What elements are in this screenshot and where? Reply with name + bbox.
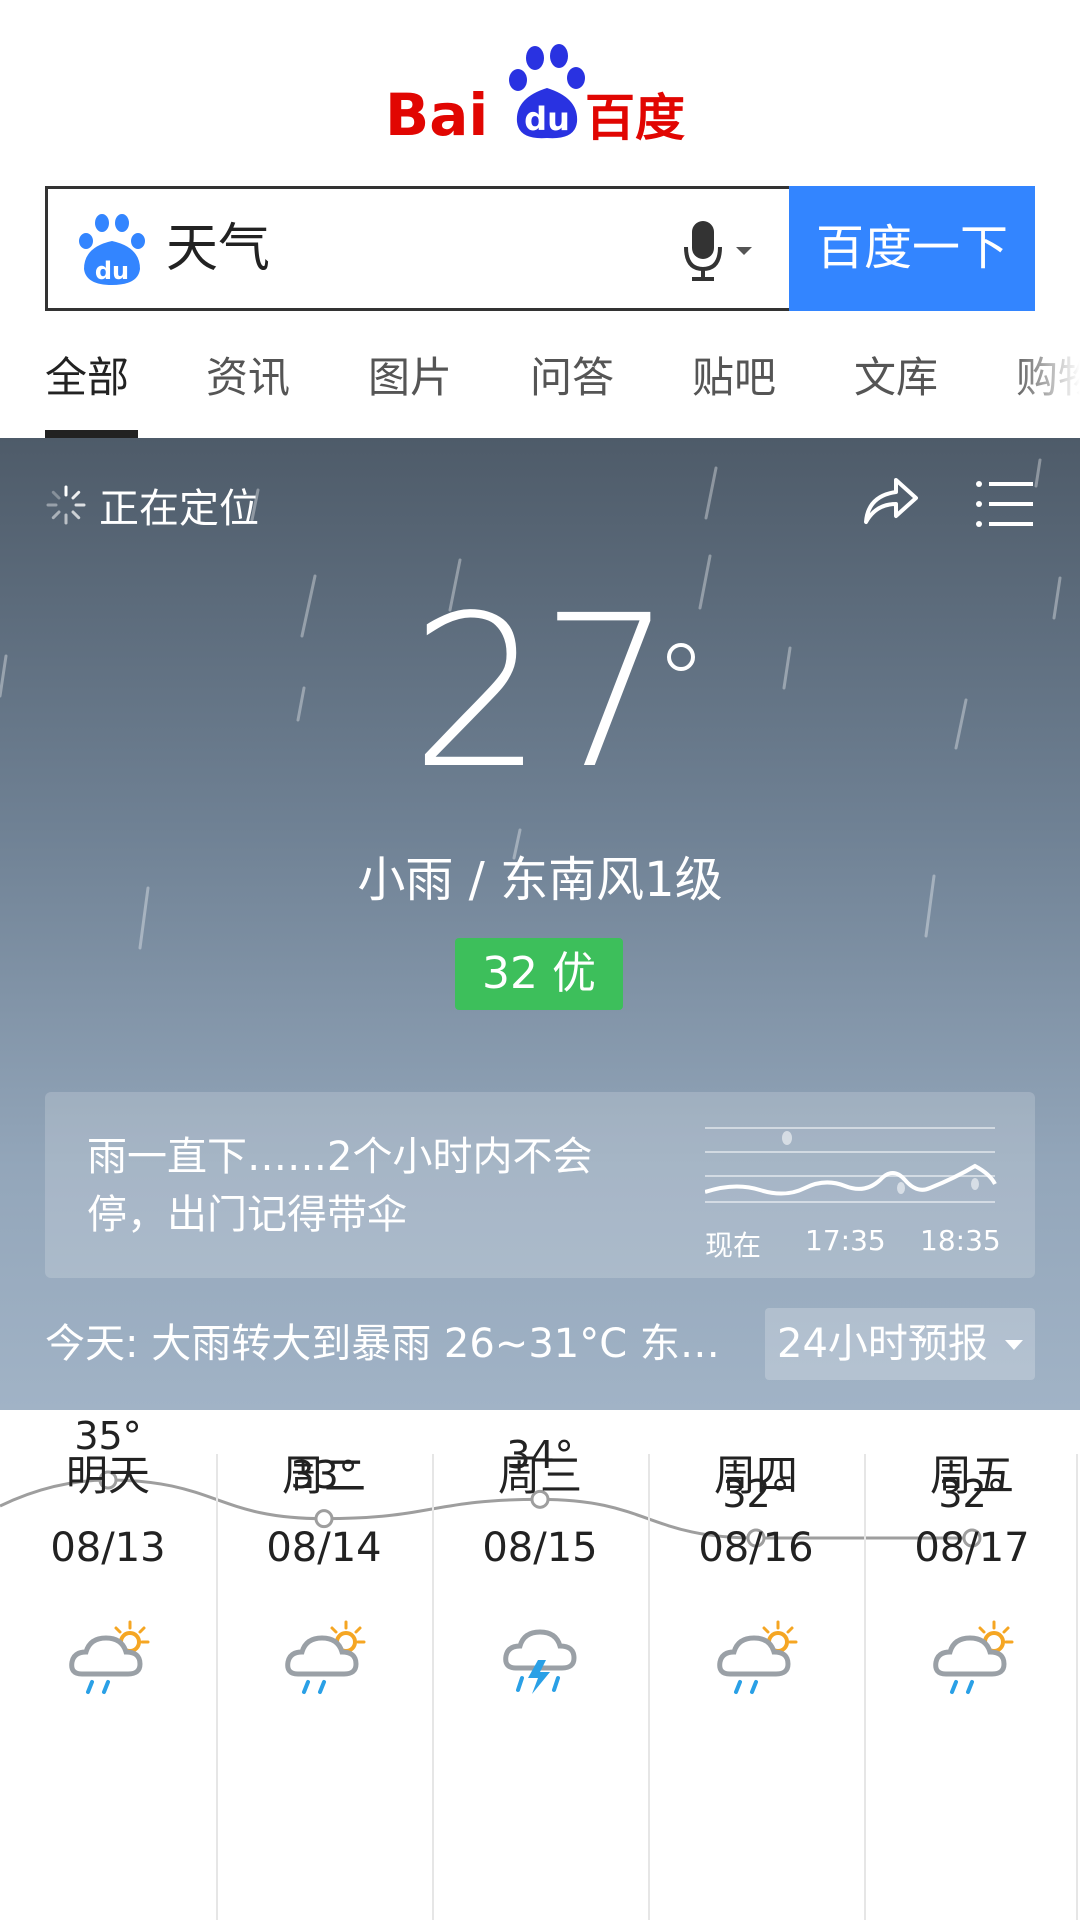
tabs-fade [1010,330,1080,438]
search-tabs: 全部 资讯 图片 问答 贴吧 文库 购物 [0,330,1080,438]
tab-images[interactable]: 图片 [368,348,452,408]
tab-all[interactable]: 全部 [45,348,129,408]
current-temperature: 27 [410,570,673,815]
search-box[interactable]: du 天气 [45,186,791,311]
share-icon[interactable] [860,472,920,528]
weather-condition: 小雨 / 东南风1级 [357,852,723,908]
weather-card[interactable]: 正在定位 27 小雨 / 东南风1级 32 优 雨一直下……2个小时内不会停，出… [0,438,1080,1410]
search-input[interactable]: 天气 [166,207,566,291]
baidu-logo[interactable]: du Bai 百度 [385,40,695,150]
rain-forecast-panel[interactable]: 雨一直下……2个小时内不会停，出门记得带伞 现在 17:35 18:35 [45,1092,1035,1278]
header: du Bai 百度 [0,0,1080,180]
tab-news[interactable]: 资讯 [206,348,290,408]
chart-label-1735: 17:35 [805,1224,886,1257]
forecast-high-temp: 32° [722,1472,790,1516]
today-summary: 今天: 大雨转大到暴雨 26~31°C 东… [45,1321,720,1367]
forecast-day[interactable]: 周二 08/14 33° [216,1450,432,1920]
microphone-icon[interactable] [680,219,760,285]
forecast-high-temp: 33° [290,1452,358,1497]
degree-symbol [667,643,695,671]
rain-message: 雨一直下……2个小时内不会停，出门记得带伞 [87,1134,593,1238]
chart-label-1835: 18:35 [920,1224,1001,1257]
active-tab-indicator [45,430,138,438]
cloud-sun-rain-icon [933,1620,1014,1694]
tab-tieba[interactable]: 贴吧 [692,348,776,408]
svg-text:百度: 百度 [585,89,685,147]
forecast-day[interactable]: 周三 08/15 34° [432,1433,648,1920]
svg-text:Bai: Bai [385,81,488,149]
forecast-date: 08/16 [698,1525,814,1571]
caret-down-icon [1005,1340,1023,1350]
cloud-sun-rain-icon [69,1620,150,1694]
chart-label-now: 现在 [705,1229,762,1262]
precipitation-chart [705,1127,997,1203]
forecast-high-temp: 35° [74,1414,142,1458]
tab-wenku[interactable]: 文库 [854,348,938,408]
hourly-forecast-button[interactable]: 24小时预报 [765,1308,1035,1380]
cloud-sun-rain-icon [285,1620,366,1694]
svg-text:du: du [95,257,129,285]
air-quality-badge[interactable]: 32 优 [455,938,623,1010]
forecast-high-temp: 34° [506,1433,574,1478]
forecast-date: 08/14 [266,1525,382,1571]
forecast-high-temp: 32° [938,1472,1006,1516]
loading-spinner-icon [46,485,86,525]
cloud-thunder-rain-icon [503,1629,577,1694]
forecast-day[interactable]: 周四 08/16 32° [648,1450,864,1920]
svg-text:du: du [524,100,570,138]
forecast-day[interactable]: 周五 08/17 32° [864,1450,1080,1920]
tab-qa[interactable]: 问答 [530,348,614,408]
cloud-sun-rain-icon [717,1620,798,1694]
baidu-paw-icon: du [79,214,145,285]
forecast-date: 08/17 [914,1525,1030,1571]
forecast-date: 08/15 [482,1525,598,1571]
forecast-day[interactable]: 明天 08/13 35° [0,1414,216,1920]
daily-forecast: 明天 08/13 35° 周二 08/14 33° 周三 08/15 34° 周四 08/16 32°… [0,1410,1080,1920]
hourly-forecast-label: 24小时预报 [777,1321,988,1367]
forecast-date: 08/13 [50,1525,166,1571]
search-button[interactable]: 百度一下 [789,186,1035,311]
location-status[interactable]: 正在定位 [45,480,259,532]
menu-icon[interactable] [975,480,1035,528]
location-status-text: 正在定位 [99,486,259,532]
